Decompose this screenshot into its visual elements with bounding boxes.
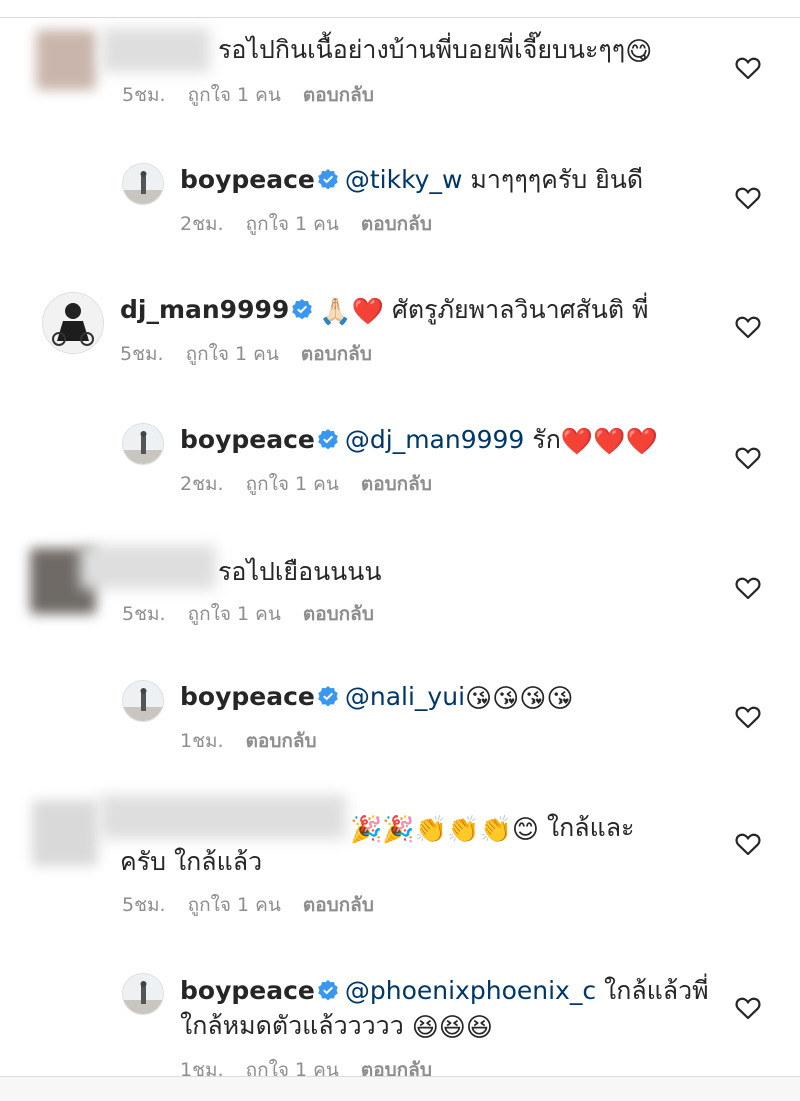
heart-icon[interactable]: [735, 56, 761, 80]
reply-button[interactable]: ตอบกลับ: [303, 603, 374, 625]
comment-text: รอไปกินเนื้อย่างบ้านพี่บอยพี่เจี๊ยบนะๆๆ😋: [218, 33, 652, 67]
mention-link[interactable]: @phoenixphoenix_c: [345, 976, 596, 1005]
blurred-username: [80, 545, 216, 589]
comment-meta: 5ชม. ถูกใจ 1 คน ตอบกลับ: [120, 341, 394, 367]
comment-emoji: 😘😘😘😘: [465, 684, 574, 714]
reply-button[interactable]: ตอบกลับ: [303, 894, 374, 916]
reply-button[interactable]: ตอบกลับ: [361, 213, 432, 235]
reply-button[interactable]: ตอบกลับ: [361, 473, 432, 495]
heart-icon[interactable]: [735, 186, 761, 210]
mention-link[interactable]: @dj_man9999: [345, 425, 524, 454]
avatar[interactable]: [42, 292, 104, 354]
heart-icon[interactable]: [735, 996, 761, 1020]
comment-meta: 5ชม. ถูกใจ 1 คน ตอบกลับ: [122, 82, 396, 108]
comment-emoji: ❤️❤️❤️: [560, 427, 658, 457]
verified-badge-icon: [317, 682, 339, 707]
comment-emoji: 🙏🏻❤️: [319, 297, 385, 327]
comment-body: ใกล้แล้วพี่: [596, 976, 709, 1005]
reply-button[interactable]: ตอบกลับ: [246, 730, 317, 752]
mention-link[interactable]: @tikky_w: [345, 165, 463, 194]
comment-body-continued: ครับ ใกล้แล้ว: [120, 847, 263, 876]
heart-icon[interactable]: [735, 576, 761, 600]
comment-time[interactable]: 5ชม.: [122, 894, 166, 916]
heart-icon[interactable]: [735, 446, 761, 470]
username[interactable]: dj_man9999: [120, 295, 289, 324]
reply-button[interactable]: ตอบกลับ: [301, 343, 372, 365]
comment-meta: 2ชม. ถูกใจ 1 คน ตอบกลับ: [180, 471, 454, 497]
avatar[interactable]: [122, 973, 164, 1015]
avatar[interactable]: [36, 30, 96, 90]
like-count[interactable]: ถูกใจ 1 คน: [246, 213, 339, 235]
comment-body: ศัตรูภัยพาลวินาศสันติ พี่: [384, 295, 649, 324]
avatar[interactable]: [122, 163, 164, 205]
comment-text: dj_man9999 🙏🏻❤️ ศัตรูภัยพาลวินาศสันติ พี่: [120, 293, 649, 327]
like-count[interactable]: ถูกใจ 1 คน: [186, 343, 279, 365]
heart-icon[interactable]: [735, 705, 761, 729]
reply-button[interactable]: ตอบกลับ: [303, 84, 374, 106]
verified-badge-icon: [291, 295, 313, 320]
comment-body: รัก: [524, 425, 561, 454]
comment-emoji: 😆😆😆: [411, 1013, 494, 1043]
comment-emoji: 🎉🎉👏👏👏😊: [350, 815, 539, 845]
comment-emoji: 😋: [625, 37, 653, 67]
comment-text: boypeace @dj_man9999 รัก❤️❤️❤️: [180, 423, 658, 457]
comment-body: รอไปกินเนื้อย่างบ้านพี่บอยพี่เจี๊ยบนะๆๆ: [218, 35, 626, 64]
comment-body: รอไปเยือนนนน: [218, 557, 382, 586]
verified-badge-icon: [317, 165, 339, 190]
comment-meta: 2ชม. ถูกใจ 1 คน ตอบกลับ: [180, 211, 454, 237]
comment-text: boypeace @phoenixphoenix_c ใกล้แล้วพี่: [180, 974, 709, 1008]
comment-time[interactable]: 5ชม.: [122, 84, 166, 106]
heart-icon[interactable]: [735, 832, 761, 856]
comment-time[interactable]: 1ชม.: [180, 730, 224, 752]
comment-time[interactable]: 5ชม.: [122, 603, 166, 625]
comment-body: ใกล้และ: [538, 813, 635, 842]
like-count[interactable]: ถูกใจ 1 คน: [188, 603, 281, 625]
comment-time[interactable]: 5ชม.: [120, 343, 164, 365]
top-divider: [0, 0, 800, 18]
comment-text: 🎉🎉👏👏👏😊 ใกล้และ: [350, 811, 634, 845]
blurred-username: [100, 795, 346, 839]
comment-text: boypeace @tikky_w มาๆๆๆครับ ยินดี: [180, 163, 643, 197]
comment-text: boypeace @nali_yui 😘😘😘😘: [180, 680, 573, 714]
heart-icon[interactable]: [735, 315, 761, 339]
comment-meta: 5ชม. ถูกใจ 1 คน ตอบกลับ: [122, 601, 396, 627]
comment-text-line2: ครับ ใกล้แล้ว: [120, 845, 262, 879]
mention-link[interactable]: @nali_yui: [345, 682, 465, 711]
comment-text: รอไปเยือนนนน: [218, 555, 381, 589]
comment-meta: 5ชม. ถูกใจ 1 คน ตอบกลับ: [122, 892, 396, 918]
like-count[interactable]: ถูกใจ 1 คน: [188, 894, 281, 916]
username[interactable]: boypeace: [180, 976, 315, 1005]
blurred-username: [102, 28, 210, 72]
comment-body-continued: ใกล้หมดตัวแล้ววววว: [180, 1011, 412, 1040]
comment-text-line2: ใกล้หมดตัวแล้ววววว 😆😆😆: [180, 1009, 493, 1043]
username[interactable]: boypeace: [180, 425, 315, 454]
username[interactable]: boypeace: [180, 682, 315, 711]
comment-body: มาๆๆๆครับ ยินดี: [462, 165, 644, 194]
avatar[interactable]: [122, 423, 164, 465]
verified-badge-icon: [317, 976, 339, 1001]
comment-time[interactable]: 2ชม.: [180, 473, 224, 495]
avatar[interactable]: [32, 800, 98, 866]
verified-badge-icon: [317, 425, 339, 450]
like-count[interactable]: ถูกใจ 1 คน: [188, 84, 281, 106]
avatar[interactable]: [122, 680, 164, 722]
username[interactable]: boypeace: [180, 165, 315, 194]
like-count[interactable]: ถูกใจ 1 คน: [246, 473, 339, 495]
comment-time[interactable]: 2ชม.: [180, 213, 224, 235]
comment-meta: 1ชม. ตอบกลับ: [180, 728, 339, 754]
bottom-bar: [0, 1077, 800, 1101]
